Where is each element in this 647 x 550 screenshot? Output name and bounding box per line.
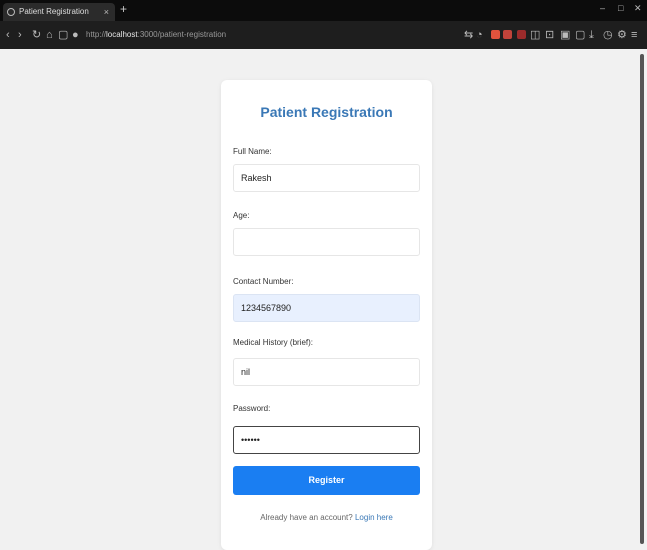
bookmark-icon[interactable]: ▢: [58, 28, 68, 42]
new-tab-button[interactable]: +: [120, 2, 127, 16]
medical-history-field[interactable]: nil: [233, 358, 420, 386]
extension-red-icon[interactable]: [491, 30, 500, 39]
window-close-icon[interactable]: ✕: [634, 3, 642, 14]
register-button[interactable]: Register: [233, 466, 420, 495]
password-field[interactable]: ••••••: [233, 426, 420, 454]
full-name-label: Full Name:: [233, 147, 272, 156]
address-host: localhost: [106, 30, 138, 39]
address-scheme: http://: [86, 30, 107, 39]
extension-icon[interactable]: ◫: [530, 28, 540, 42]
contact-number-field[interactable]: 1234567890: [233, 294, 420, 322]
settings-icon[interactable]: ⚙: [617, 28, 627, 42]
home-icon[interactable]: ⌂: [46, 28, 53, 42]
reload-icon[interactable]: ↻: [32, 28, 41, 42]
downloads-icon[interactable]: ⤓: [589, 28, 594, 42]
browser-tab-bar: Patient Registration × + – □ ✕: [0, 0, 647, 21]
full-name-field[interactable]: Rakesh: [233, 164, 420, 192]
medical-history-label: Medical History (brief):: [233, 338, 314, 347]
login-prompt: Already have an account?: [260, 513, 353, 522]
favicon-icon: [7, 8, 15, 16]
forward-icon[interactable]: ›: [18, 28, 22, 42]
login-prompt-row: Already have an account? Login here: [221, 513, 432, 522]
page-title: Patient Registration: [260, 104, 393, 120]
registration-card: Patient Registration Full Name: Rakesh A…: [221, 80, 432, 550]
browser-toolbar: ‹ › ↻ ⌂ ▢ ● http://localhost:3000/patien…: [0, 21, 647, 49]
extension-pen-icon[interactable]: [503, 30, 512, 39]
screenshot-icon[interactable]: ⊡: [545, 28, 554, 42]
address-path: :3000/patient-registration: [137, 30, 227, 39]
address-bar[interactable]: http://localhost:3000/patient-registrati…: [86, 27, 451, 43]
maximize-icon[interactable]: □: [618, 3, 623, 13]
age-label: Age:: [233, 211, 250, 220]
site-info-icon[interactable]: ●: [72, 28, 79, 42]
contact-number-label: Contact Number:: [233, 277, 294, 286]
menu-icon[interactable]: ≡: [631, 28, 637, 42]
age-field[interactable]: [233, 228, 420, 256]
history-icon[interactable]: ◷: [603, 28, 613, 42]
extension-shield-icon[interactable]: [517, 30, 526, 39]
login-link[interactable]: Login here: [355, 513, 393, 522]
collections-icon[interactable]: ▢: [575, 28, 585, 42]
zoom-icon[interactable]: ◔: [476, 28, 483, 42]
password-label: Password:: [233, 404, 271, 413]
translate-icon[interactable]: ⇆: [464, 28, 473, 42]
minimize-icon[interactable]: –: [600, 3, 605, 13]
sidebar-icon[interactable]: ▣: [560, 28, 570, 42]
back-icon[interactable]: ‹: [6, 28, 10, 42]
tab-title: Patient Registration: [19, 7, 89, 16]
scrollbar[interactable]: [640, 54, 644, 544]
browser-tab[interactable]: Patient Registration ×: [3, 3, 115, 21]
tab-close-icon[interactable]: ×: [104, 3, 109, 21]
